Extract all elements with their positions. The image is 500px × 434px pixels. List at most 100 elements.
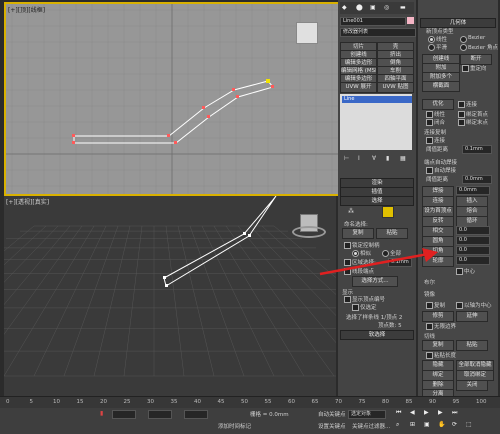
timeline-tick-label: 70 bbox=[335, 399, 342, 405]
copy2-button[interactable]: 复制 bbox=[422, 340, 454, 351]
rollout-select[interactable]: 选择 bbox=[340, 196, 414, 206]
timeline-tick-label: 60 bbox=[288, 399, 295, 405]
auto-key-label[interactable]: 自动关键点 bbox=[318, 410, 346, 418]
goto-start-icon[interactable]: ⏮ bbox=[396, 409, 401, 417]
zoom-all-icon[interactable]: ⊞ bbox=[410, 421, 415, 428]
trim-button[interactable]: 修剪 bbox=[422, 311, 454, 322]
stack-item-line[interactable]: Line bbox=[342, 96, 412, 103]
create-tab-icon[interactable]: ◆ bbox=[342, 4, 347, 11]
close-button[interactable]: 关闭 bbox=[456, 380, 488, 391]
zoom-icon[interactable]: ⌕ bbox=[396, 421, 399, 429]
mirror-label: 镜像 bbox=[424, 292, 436, 298]
zoom-extents-icon[interactable]: ▣ bbox=[424, 421, 430, 428]
utilities-tab-icon[interactable]: ▬ bbox=[400, 4, 406, 11]
object-color-swatch[interactable] bbox=[407, 17, 414, 24]
x-coord-field[interactable] bbox=[112, 410, 136, 419]
bind-first-checkbox[interactable] bbox=[458, 111, 465, 118]
optimize-button[interactable]: 优化 bbox=[422, 99, 454, 110]
viewcube-top[interactable] bbox=[296, 22, 318, 44]
bezier-corner-label: Bezier 角点 bbox=[468, 45, 498, 51]
connect-label-checkbox[interactable] bbox=[426, 137, 433, 144]
key-filters-label[interactable]: 关键点过滤器... bbox=[352, 422, 390, 430]
copy-button[interactable]: 复制 bbox=[342, 228, 374, 239]
paste-button[interactable]: 粘贴 bbox=[376, 228, 408, 239]
val-0-field[interactable]: 0.0 bbox=[456, 236, 490, 245]
bezier-radio[interactable] bbox=[460, 36, 467, 43]
remove-modifier-icon[interactable]: ▮ bbox=[386, 155, 389, 162]
modifier-stack[interactable]: Line bbox=[340, 94, 412, 150]
cross-section-button[interactable]: 横截面 bbox=[422, 81, 460, 92]
copy-checkbox[interactable] bbox=[426, 302, 433, 309]
goto-end-icon[interactable]: ⏭ bbox=[452, 409, 457, 417]
bezier-corner-radio[interactable] bbox=[460, 44, 467, 51]
show-end-result-icon[interactable]: I bbox=[358, 155, 360, 162]
center-checkbox[interactable] bbox=[456, 268, 463, 275]
show-vertex-num-checkbox[interactable] bbox=[344, 296, 351, 303]
timeline-tick-label: 85 bbox=[405, 399, 413, 405]
segment-subobject-button[interactable] bbox=[382, 206, 394, 218]
connect-copy-label: 连接复制 bbox=[424, 130, 447, 136]
extend-button[interactable]: 延伸 bbox=[456, 311, 488, 322]
selected-object-dropdown[interactable]: 选定对象 bbox=[348, 410, 386, 419]
vertex-subobject-icon[interactable]: ⁂ bbox=[348, 208, 354, 215]
timeline-tick-label: 0 bbox=[6, 399, 10, 405]
timeline-tick-label: 65 bbox=[311, 399, 319, 405]
smooth-label: 平滑 bbox=[436, 45, 448, 51]
copy-label: 复制 bbox=[434, 303, 446, 309]
modifier-panel: ◆ ⬤ ▣ ◎ ▬ Line001 修改器列表 切片壳创建线 挤出 编辑多边形 倒角编… bbox=[338, 0, 416, 396]
closed-checkbox[interactable] bbox=[426, 119, 433, 126]
modify-tab-icon[interactable]: ⬤ bbox=[356, 4, 363, 11]
stack-toolbar: ⊢ I ∀ ▮ ▦ bbox=[340, 155, 412, 163]
paste-length-checkbox[interactable] bbox=[426, 352, 433, 359]
reorient-checkbox[interactable] bbox=[462, 65, 469, 72]
only-selected-checkbox[interactable] bbox=[352, 304, 359, 311]
persp-viewport-label[interactable]: [+][透视][真实] bbox=[6, 197, 49, 206]
auto-weld-label: 自动焊接 bbox=[434, 168, 457, 174]
infinite-bounds-checkbox[interactable] bbox=[426, 323, 433, 330]
timeline-tick-label: 95 bbox=[452, 399, 460, 405]
connect-label: 连接 bbox=[466, 102, 478, 108]
threshold-val-field[interactable]: 0.1mm bbox=[462, 145, 492, 154]
play-icon[interactable]: ▶ bbox=[424, 409, 429, 416]
lock-selection-icon[interactable]: ▮ bbox=[100, 410, 103, 417]
val-0-field[interactable]: 0.0 bbox=[456, 226, 490, 235]
maximize-viewport-icon[interactable]: ⬚ bbox=[466, 421, 472, 428]
top-viewport-label[interactable]: [+][顶][线框] bbox=[8, 5, 45, 14]
timeline-tick-label: 100 bbox=[476, 399, 487, 405]
next-frame-icon[interactable]: ▶ bbox=[438, 409, 443, 416]
about-pivot-label: 以轴为中心 bbox=[464, 303, 492, 309]
rollout-soft[interactable]: 软选择 bbox=[340, 330, 414, 340]
linear2-checkbox[interactable] bbox=[426, 111, 433, 118]
tangent-label: 切线 bbox=[424, 334, 436, 340]
modifier-list-dropdown[interactable]: 修改器列表 bbox=[340, 28, 416, 37]
weld-val-field[interactable]: 0.0mm bbox=[462, 175, 492, 184]
add-time-tag-label[interactable]: 添加时间标记 bbox=[218, 422, 251, 430]
smooth-radio[interactable] bbox=[428, 44, 435, 51]
val-0mm-field[interactable]: 0.0mm bbox=[456, 186, 490, 195]
modifier-button[interactable]: UVW 展开 bbox=[340, 82, 377, 93]
perspective-viewport[interactable]: [+][透视][真实] bbox=[4, 196, 336, 396]
object-name-field[interactable]: Line001 bbox=[340, 17, 406, 26]
hierarchy-tab-icon[interactable]: ▣ bbox=[370, 4, 376, 11]
set-key-label[interactable]: 设置关键点 bbox=[318, 422, 346, 430]
z-coord-field[interactable] bbox=[184, 410, 208, 419]
paste2-button[interactable]: 粘贴 bbox=[456, 340, 488, 351]
orbit-icon[interactable]: ⟳ bbox=[452, 421, 457, 428]
make-unique-icon[interactable]: ∀ bbox=[372, 155, 376, 162]
prev-frame-icon[interactable]: ◀ bbox=[410, 409, 415, 416]
pan-icon[interactable]: ✋ bbox=[438, 421, 445, 428]
about-pivot-checkbox[interactable] bbox=[456, 302, 463, 309]
configure-sets-icon[interactable]: ▦ bbox=[400, 155, 406, 162]
y-coord-field[interactable] bbox=[148, 410, 172, 419]
vertex-count: 顶点数: 5 bbox=[378, 323, 402, 329]
val-0-field[interactable]: 0.0 bbox=[456, 246, 490, 255]
motion-tab-icon[interactable]: ◎ bbox=[384, 4, 389, 11]
pin-stack-icon[interactable]: ⊢ bbox=[344, 155, 349, 162]
connect-checkbox[interactable] bbox=[458, 101, 465, 108]
linear-radio[interactable] bbox=[428, 36, 435, 43]
bind-last-checkbox[interactable] bbox=[458, 119, 465, 126]
val-0-field[interactable]: 0.0 bbox=[456, 256, 490, 265]
modifier-button[interactable]: UVW 贴图 bbox=[377, 82, 414, 93]
top-viewport[interactable]: [+][顶][线框] bbox=[4, 2, 340, 196]
auto-weld-checkbox[interactable] bbox=[426, 167, 433, 174]
